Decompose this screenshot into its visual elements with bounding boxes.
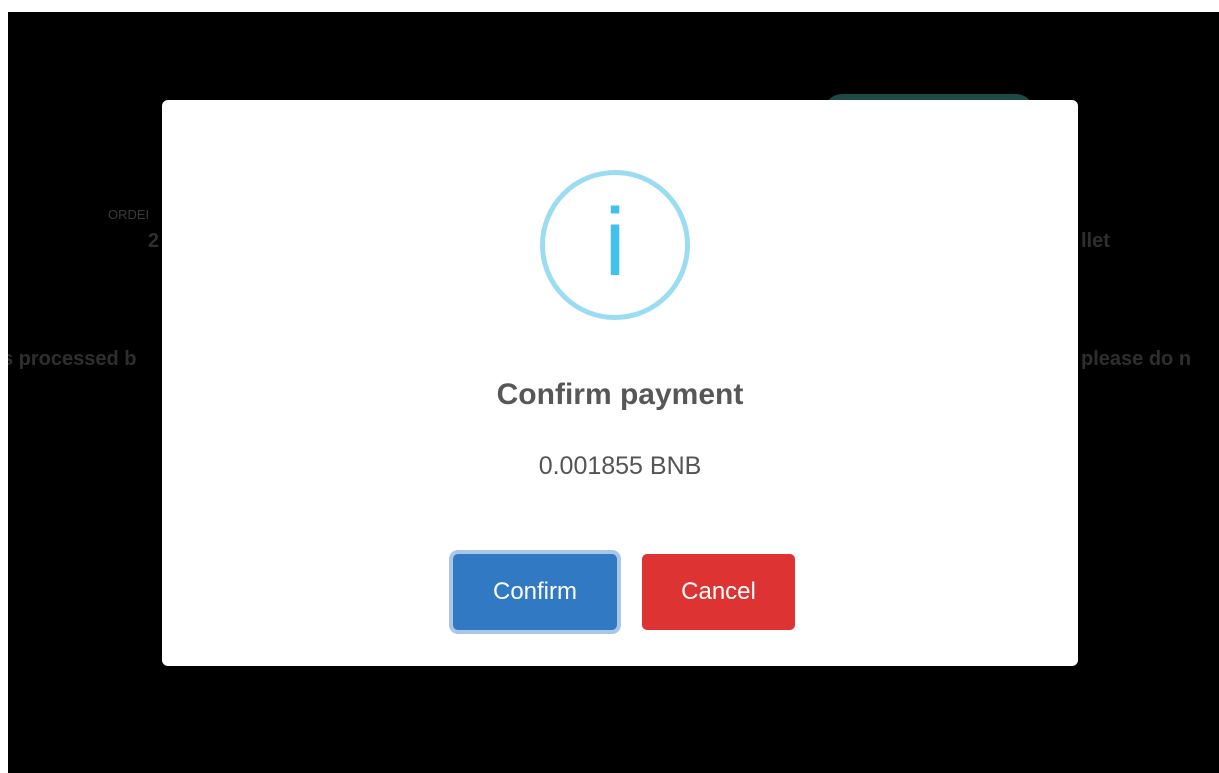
background-processed-text: s processed b xyxy=(8,348,137,370)
background-order-label: ORDEI xyxy=(108,207,150,222)
background-order-value: 2 xyxy=(148,230,160,252)
confirm-button[interactable]: Confirm xyxy=(453,554,617,630)
info-icon: i xyxy=(540,170,690,320)
background-wallet-text: llet xyxy=(1081,230,1110,252)
background-please-text: please do n xyxy=(1081,348,1192,370)
info-icon-glyph: i xyxy=(604,189,626,296)
cancel-button[interactable]: Cancel xyxy=(642,554,795,630)
payment-amount: 0.001855 BNB xyxy=(538,452,702,480)
modal-title: Confirm payment xyxy=(496,378,744,411)
screen: ORDEI 2 llet s processed b please do n i… xyxy=(8,12,1219,773)
confirm-payment-modal: i Confirm payment 0.001855 BNB Confirm C… xyxy=(162,100,1078,666)
